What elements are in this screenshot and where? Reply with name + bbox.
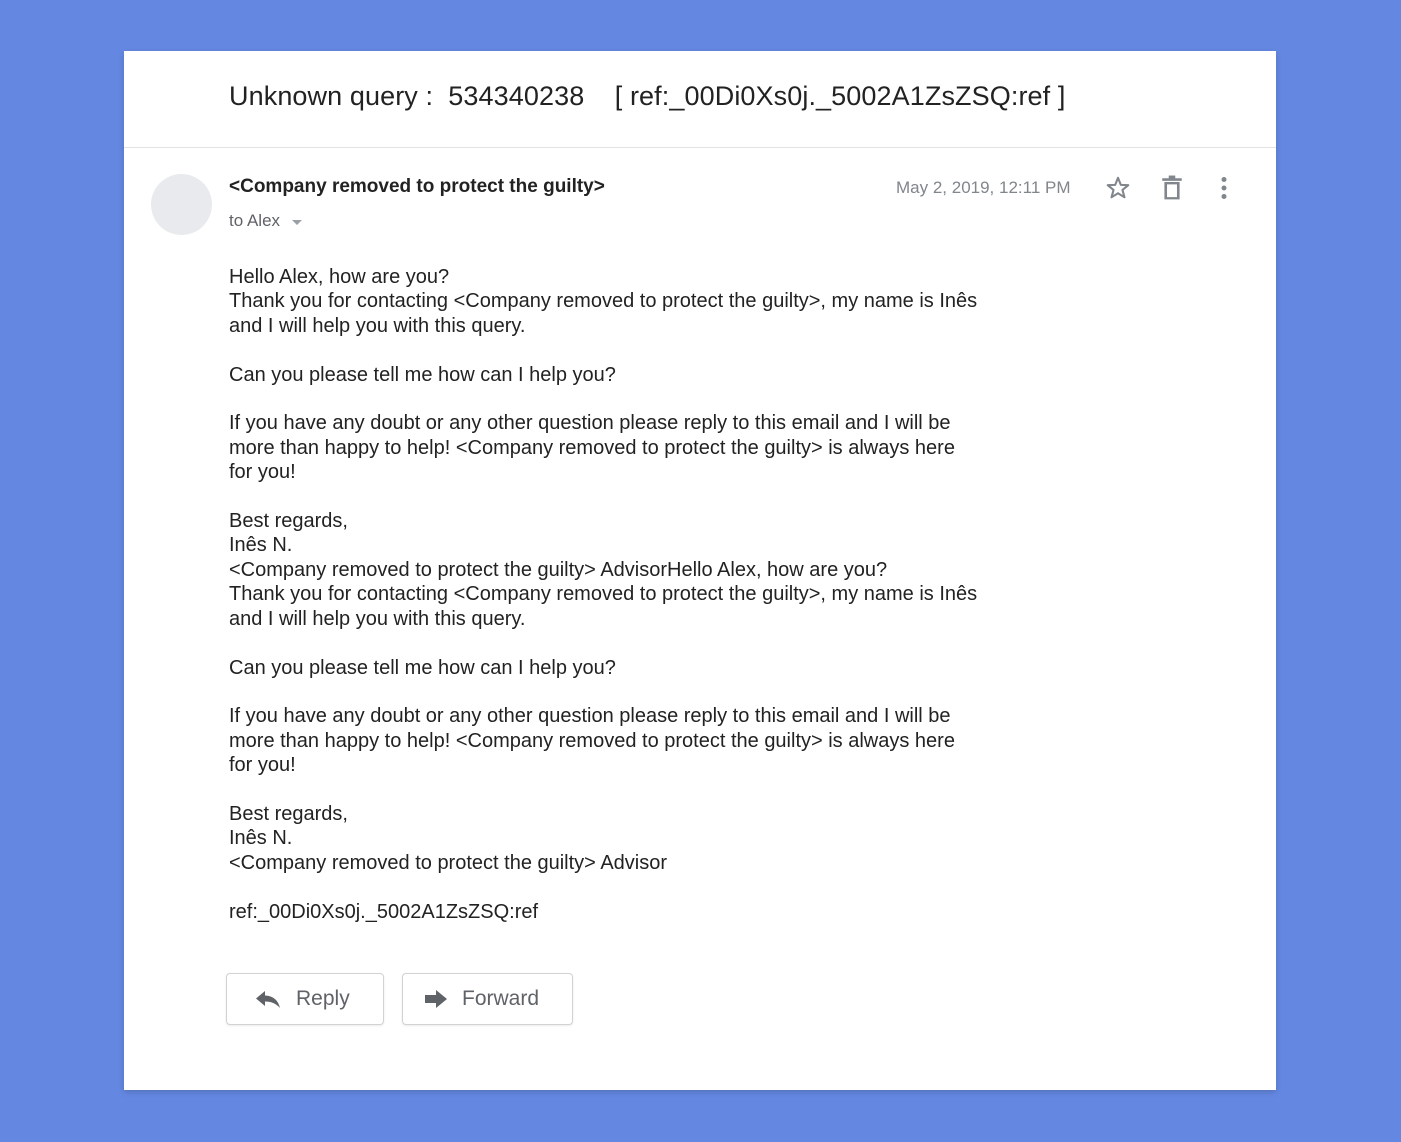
trash-icon	[1162, 175, 1182, 200]
star-button[interactable]	[1101, 171, 1135, 205]
delete-button[interactable]	[1155, 171, 1189, 205]
recipient-row: to Alex	[229, 211, 303, 231]
sender-name[interactable]: <Company removed to protect the guilty>	[229, 176, 605, 198]
subject-bar: Unknown query : 534340238 [ ref:_00Di0Xs…	[124, 51, 1276, 148]
email-timestamp: May 2, 2019, 12:11 PM	[896, 178, 1071, 197]
forward-label: Forward	[462, 987, 540, 1010]
star-outline-icon	[1106, 176, 1130, 199]
forward-arrow-icon	[423, 988, 449, 1010]
email-subject: Unknown query : 534340238 [ ref:_00Di0Xs…	[229, 81, 1066, 111]
reply-button[interactable]: Reply	[226, 973, 384, 1025]
chevron-down-icon[interactable]	[292, 220, 303, 225]
forward-button[interactable]: Forward	[402, 973, 573, 1025]
reply-label: Reply	[296, 987, 350, 1010]
recipient-label: to Alex	[229, 211, 281, 230]
sender-avatar[interactable]	[151, 174, 212, 235]
more-options-button[interactable]	[1207, 171, 1241, 205]
more-vert-icon	[1221, 177, 1227, 199]
email-body: Hello Alex, how are you? Thank you for c…	[229, 266, 978, 923]
email-card: Unknown query : 534340238 [ ref:_00Di0Xs…	[124, 51, 1276, 1090]
reply-arrow-icon	[255, 988, 281, 1010]
